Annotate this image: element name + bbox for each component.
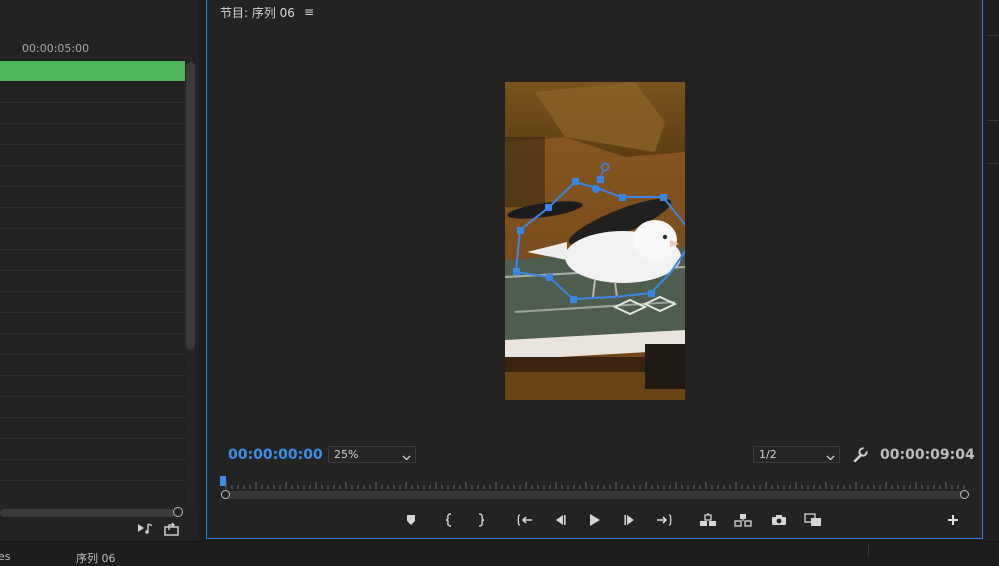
current-timecode[interactable]: 00:00:00:00 — [228, 447, 323, 463]
wrench-icon[interactable] — [852, 447, 868, 463]
track-divider — [0, 480, 186, 481]
video-preview[interactable] — [505, 82, 685, 400]
scrubber-bar[interactable] — [227, 491, 965, 499]
step-forward-icon[interactable] — [620, 511, 640, 529]
program-monitor: 节目: 序列 06 ≡ 00:00:00:00 25% 1/2 00:00:09… — [206, 0, 983, 539]
track-divider — [0, 396, 186, 397]
track-divider — [0, 354, 186, 355]
mark-in-icon[interactable] — [439, 511, 459, 529]
track-divider — [0, 459, 186, 460]
lift-icon[interactable] — [698, 511, 718, 529]
track-divider — [0, 186, 186, 187]
camera-icon[interactable] — [769, 511, 789, 529]
duration-timecode: 00:00:09:04 — [880, 447, 975, 463]
resolution-value: 1/2 — [759, 448, 777, 461]
panel-divider — [868, 544, 869, 556]
add-button-icon[interactable] — [943, 511, 963, 529]
go-to-in-icon[interactable] — [515, 511, 535, 529]
chevron-down-icon — [402, 451, 411, 464]
track-divider — [0, 165, 186, 166]
zoom-value: 25% — [334, 448, 359, 461]
right-panel-edge — [984, 0, 999, 541]
timeline-panel: 00:00:05:00 — [0, 0, 199, 541]
bottom-tab-left[interactable]: es — [0, 550, 11, 563]
insert-audio-icon[interactable] — [137, 521, 155, 537]
compare-icon[interactable] — [803, 511, 823, 529]
scrubber-start-handle[interactable] — [221, 490, 230, 499]
scrubber-ticks — [225, 482, 965, 489]
scrollbar-track — [186, 350, 195, 510]
track-divider — [0, 291, 186, 292]
marker-icon[interactable] — [401, 511, 421, 529]
track-divider — [0, 333, 186, 334]
bottom-panel-tabs: es 序列 06 — [0, 541, 999, 565]
resolution-dropdown[interactable]: 1/2 — [753, 446, 840, 463]
vertical-scrollbar[interactable] — [186, 62, 195, 350]
step-back-icon[interactable] — [550, 511, 570, 529]
horizontal-scrollbar[interactable] — [0, 509, 176, 517]
track-divider — [0, 228, 186, 229]
track-divider — [0, 417, 186, 418]
zoom-dropdown[interactable]: 25% — [328, 446, 416, 463]
export-frame-icon[interactable] — [164, 521, 182, 537]
track-divider — [0, 270, 186, 271]
track-divider — [0, 144, 186, 145]
ruler-timecode: 00:00:05:00 — [22, 42, 90, 55]
scrubber-end-handle[interactable] — [960, 490, 969, 499]
track-divider — [0, 207, 186, 208]
track-divider — [0, 375, 186, 376]
mark-out-icon[interactable] — [471, 511, 491, 529]
track-divider — [0, 249, 186, 250]
track-divider — [0, 438, 186, 439]
zoom-handle[interactable] — [173, 507, 183, 517]
track-divider — [0, 312, 186, 313]
play-icon[interactable] — [585, 511, 605, 529]
track-divider — [0, 102, 186, 103]
track-divider — [0, 123, 186, 124]
extract-icon[interactable] — [733, 511, 753, 529]
panel-menu-icon[interactable]: ≡ — [304, 5, 314, 19]
clip-bar[interactable] — [0, 61, 185, 81]
go-to-out-icon[interactable] — [654, 511, 674, 529]
panel-title[interactable]: 节目: 序列 06 — [220, 4, 295, 21]
chevron-down-icon — [826, 451, 835, 464]
bottom-tab-sequence[interactable]: 序列 06 — [76, 550, 116, 566]
